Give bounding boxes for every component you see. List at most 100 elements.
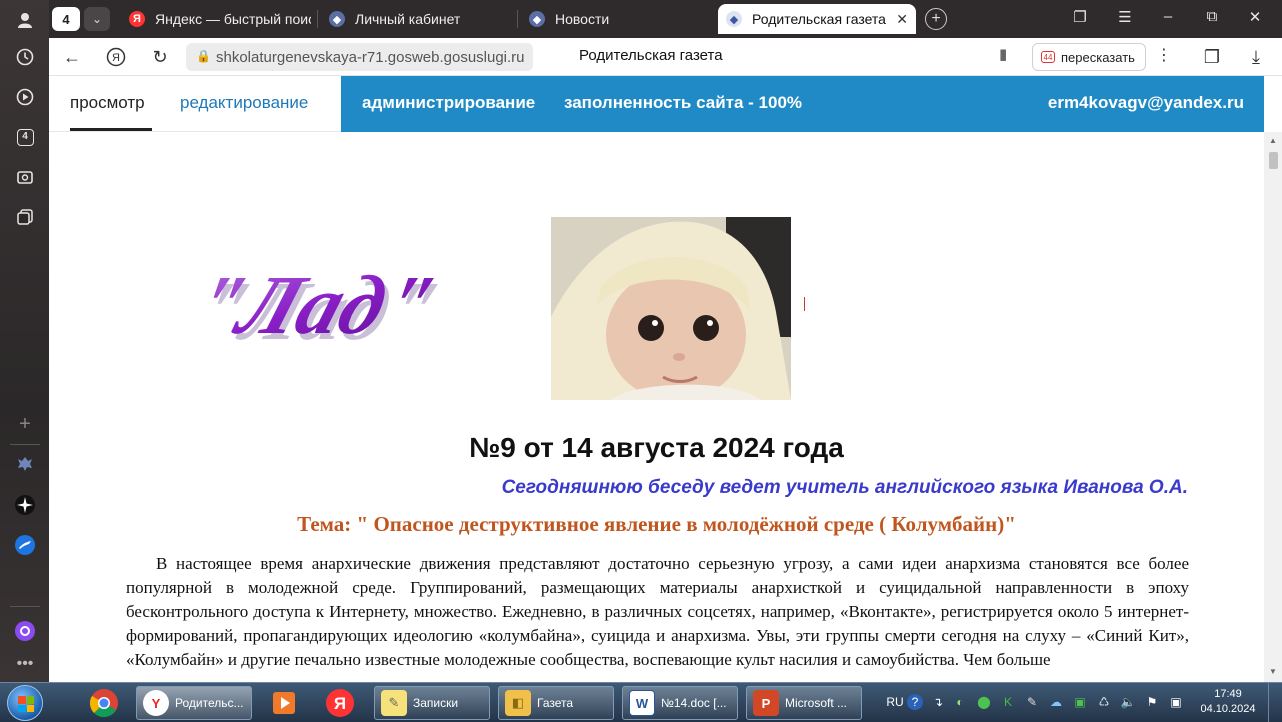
play-icon[interactable] — [11, 83, 39, 111]
page-content: "Лад" "Лад" №9 от 14 августа 2024 года С… — [49, 132, 1264, 682]
history-icon[interactable] — [11, 43, 39, 71]
address-bar: ← Я ↻ 🔒 shkolaturgenevskaya-r71.gosweb.g… — [49, 38, 1282, 76]
profile-icon[interactable] — [11, 6, 39, 34]
chrome-icon[interactable] — [82, 686, 126, 720]
url-host[interactable]: 🔒 shkolaturgenevskaya-r71.gosweb.gosuslu… — [186, 43, 533, 71]
topic-heading: Тема: " Опасное деструктивное явление в … — [297, 512, 1016, 536]
clock[interactable]: 17:49 04.10.2024 — [1198, 687, 1258, 717]
text-cursor — [804, 297, 805, 311]
scroll-down-icon[interactable]: ▼ — [1269, 667, 1277, 676]
taskbar-app-notes[interactable]: ✎ Записки — [374, 686, 490, 720]
tabs-count-icon[interactable]: 4 — [11, 123, 39, 151]
cloud-icon[interactable]: ☁ — [1048, 694, 1064, 710]
tab-strip: 4 ⌄ Я Яндекс — быстрый поиск ◆ Личный ка… — [49, 0, 1282, 38]
media-player-icon[interactable] — [262, 686, 306, 720]
menu-icon[interactable]: ☰ — [1114, 8, 1136, 26]
minimize-icon[interactable]: – — [1157, 8, 1179, 25]
kaspersky-icon[interactable]: K — [1000, 694, 1016, 710]
taskbar-app-browser[interactable]: Y Родительс... — [136, 686, 252, 720]
user-email[interactable]: erm4kovagv@yandex.ru — [1048, 93, 1244, 113]
gosuslugi-eagle-icon: ◆ — [529, 11, 545, 27]
administration-link[interactable]: администрирование — [362, 93, 535, 113]
browser-sidebar: 4 + ••• — [0, 0, 49, 682]
shield-icon[interactable]: ▣ — [1072, 694, 1088, 710]
logo-text: "Лад" — [181, 258, 446, 352]
url-field[interactable]: 🔒 shkolaturgenevskaya-r71.gosweb.gosuslu… — [186, 43, 1026, 71]
taskbar-app-word-doc[interactable]: W №14.doc [... — [622, 686, 738, 720]
reload-icon[interactable]: ↻ — [149, 46, 171, 68]
language-indicator[interactable]: RU — [885, 694, 905, 710]
edit-icon[interactable]: ✎ — [1024, 694, 1040, 710]
view-mode-link[interactable]: просмотр — [70, 93, 145, 113]
usb-icon[interactable]: ♺ — [1096, 694, 1112, 710]
screen: 4 + ••• 4 ⌄ Я Яндекс — быстрый поиск ◆ Л… — [0, 0, 1282, 722]
tab-title: Личный кабинет — [355, 11, 461, 27]
taskbar-app-powerpoint[interactable]: P Microsoft ... — [746, 686, 862, 720]
yandex-icon[interactable]: Я — [318, 686, 362, 720]
lock-icon[interactable]: 🔒 — [196, 49, 211, 63]
kebab-menu-icon[interactable]: ⋮ — [1156, 45, 1172, 65]
download-icon[interactable]: ⤓ — [1245, 46, 1267, 68]
clock-date: 04.10.2024 — [1200, 703, 1256, 715]
reader-icon[interactable]: ❐ — [1201, 46, 1223, 68]
help-icon[interactable]: ? — [907, 694, 923, 710]
summarize-button[interactable]: 44 пересказать — [1032, 43, 1146, 71]
sidebar-divider — [10, 444, 40, 445]
sidebar-divider-bottom — [10, 606, 40, 607]
alice-star-icon[interactable] — [11, 491, 39, 519]
tab-personal-cabinet[interactable]: ◆ Личный кабинет — [321, 4, 511, 34]
yandex-icon: Я — [129, 11, 145, 27]
site-admin-bar: просмотр редактирование администрировани… — [49, 76, 1264, 132]
action-center-flag-icon[interactable]: ⚑ — [1144, 694, 1160, 710]
page-scrollbar[interactable]: ▲ ▼ — [1264, 132, 1282, 682]
pin-icon[interactable]: ↴ — [930, 694, 946, 710]
issue-title: №9 от 14 августа 2024 года — [469, 432, 844, 463]
screenshot-icon[interactable] — [11, 163, 39, 191]
messenger-icon[interactable] — [11, 531, 39, 559]
gosuslugi-eagle-icon[interactable] — [11, 450, 39, 478]
start-button[interactable] — [7, 685, 43, 721]
lead-line: Сегодняшнюю беседу ведет учитель английс… — [501, 477, 1188, 498]
tab-title: Яндекс — быстрый поиск — [155, 11, 311, 27]
tab-parent-newspaper[interactable]: ◆ Родительская газета ✕ — [718, 4, 916, 34]
taskbar-app-folder[interactable]: ◧ Газета — [498, 686, 614, 720]
back-arrow-icon[interactable]: ← — [61, 46, 83, 68]
yandex-home-icon[interactable]: Я — [105, 46, 127, 68]
new-tab-button[interactable]: + — [925, 8, 947, 30]
sticky-notes-icon: ✎ — [381, 690, 407, 716]
monitor-icon[interactable]: ▣ — [1168, 694, 1184, 710]
tab-title: Новости — [555, 11, 610, 27]
close-icon[interactable]: ✕ — [896, 11, 908, 28]
svg-text:Я: Я — [112, 52, 120, 64]
gosuslugi-eagle-icon: ◆ — [329, 11, 345, 27]
add-panel-icon[interactable]: + — [11, 410, 39, 438]
volume-icon[interactable]: 🔈 — [1120, 694, 1136, 710]
url-page-title: Родительская газета — [579, 47, 723, 64]
taskbar: Y Родительс... Я ✎ Записки ◧ Газета W №1… — [0, 682, 1282, 722]
clock-time: 17:49 — [1214, 688, 1242, 700]
sync-icon[interactable]: ⬤ — [976, 694, 992, 710]
article-text: В настоящее время анархические движения … — [126, 554, 1189, 669]
bookmark-icon[interactable]: ▮ — [999, 45, 1007, 63]
scroll-thumb[interactable] — [1269, 152, 1278, 169]
gosuslugi-eagle-icon: ◆ — [726, 11, 742, 27]
chevron-down-icon[interactable]: ⌄ — [84, 7, 110, 31]
tab-counter[interactable]: 4 — [52, 7, 80, 31]
edit-mode-link[interactable]: редактирование — [180, 93, 308, 113]
network-speed-icon[interactable]: ◐ — [952, 694, 968, 710]
tab-news[interactable]: ◆ Новости — [521, 4, 711, 34]
tab-title: Родительская газета — [752, 11, 886, 27]
window-close-icon[interactable]: ✕ — [1244, 8, 1266, 26]
scroll-up-icon[interactable]: ▲ — [1269, 136, 1277, 145]
show-desktop-button[interactable] — [1268, 683, 1282, 722]
tab-manager-icon[interactable]: ❐ — [1069, 8, 1091, 26]
newspaper-logo: "Лад" "Лад" — [181, 258, 450, 358]
site-fill-status[interactable]: заполненность сайта - 100% — [564, 93, 802, 113]
collections-icon[interactable] — [11, 203, 39, 231]
restore-icon[interactable]: ⧉ — [1201, 8, 1223, 25]
more-icon[interactable]: ••• — [11, 650, 39, 678]
active-tab-underline — [70, 128, 152, 131]
alice-icon[interactable] — [11, 617, 39, 645]
tab-yandex[interactable]: Я Яндекс — быстрый поиск — [121, 4, 311, 34]
powerpoint-icon: P — [753, 690, 779, 716]
